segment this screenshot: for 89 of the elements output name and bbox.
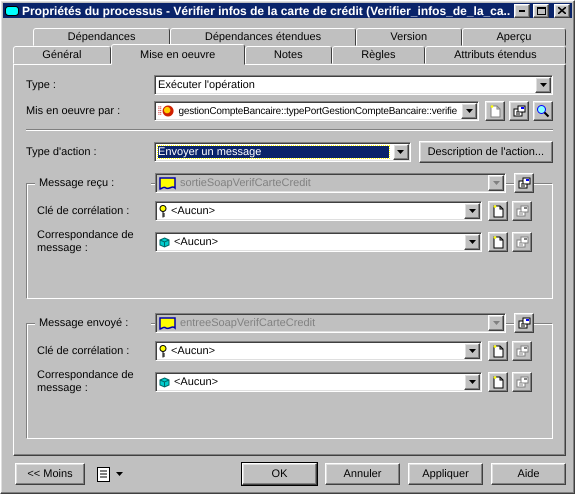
new-button[interactable] [488, 232, 508, 252]
new-document-icon [492, 376, 504, 388]
value-dropdown[interactable]: <Aucun> [155, 341, 482, 361]
caret-icon [492, 321, 500, 325]
action-type-dropdown[interactable]: Envoyer un message [154, 142, 411, 162]
close-icon [558, 7, 566, 14]
caret-icon [397, 150, 404, 154]
field-label: Clé de corrélation : [37, 344, 130, 358]
properties-button[interactable] [514, 313, 534, 333]
properties-icon [516, 376, 528, 388]
tab[interactable]: Dépendances [33, 28, 170, 46]
properties-icon [516, 345, 528, 357]
group-legend: Message reçu : [35, 177, 151, 189]
list-icon [97, 466, 110, 482]
toolbar-button[interactable] [533, 101, 553, 121]
properties-icon [516, 205, 528, 217]
field-label: Type d'action : [26, 146, 98, 158]
caret-icon [492, 181, 500, 185]
operation-icon [158, 104, 174, 118]
less-button[interactable]: << Moins [15, 463, 85, 485]
value-dropdown[interactable]: <Aucun> [155, 232, 482, 252]
new-document-icon [492, 344, 504, 358]
properties-icon [518, 177, 530, 189]
caret-icon [466, 109, 472, 113]
properties-icon [512, 105, 526, 117]
key-icon [159, 344, 167, 358]
new-document-icon [490, 104, 500, 118]
type-dropdown[interactable]: Exécuter l'opération [154, 75, 553, 95]
properties-button[interactable] [512, 201, 532, 221]
maximize-icon [536, 6, 546, 14]
new-button[interactable] [488, 372, 508, 392]
action-description-button[interactable]: Description de l'action... [418, 141, 553, 163]
properties-button[interactable] [514, 173, 534, 193]
maximize-button[interactable] [533, 4, 549, 18]
caret-icon [468, 380, 476, 384]
key-icon [159, 204, 167, 218]
field-label: Clé de corrélation : [37, 204, 130, 218]
dropdown-arrow-button[interactable] [392, 144, 409, 160]
new-button[interactable] [488, 201, 508, 221]
properties-icon [518, 317, 530, 329]
value-dropdown[interactable]: <Aucun> [155, 372, 482, 392]
field-label: Correspondance de message : [37, 229, 135, 255]
dialog-button[interactable]: Appliquer [408, 463, 483, 485]
dialog-button[interactable]: Annuler [325, 463, 400, 485]
dropdown-arrow-button[interactable] [464, 234, 480, 250]
dialog-button[interactable]: Aide [491, 463, 566, 485]
close-button[interactable] [554, 4, 570, 18]
properties-button[interactable] [512, 341, 532, 361]
tab[interactable]: Attributs étendus [424, 46, 566, 64]
message-icon [159, 176, 176, 190]
properties-button[interactable] [512, 372, 532, 392]
message-icon [159, 316, 176, 330]
minimize-icon [519, 10, 525, 12]
search-icon [536, 104, 550, 118]
tab[interactable]: Version [356, 28, 462, 46]
tab[interactable]: Règles [332, 46, 425, 64]
field-label: Correspondance de message : [37, 369, 135, 395]
dropdown-arrow-button[interactable] [461, 103, 477, 119]
toolbar-button[interactable] [509, 101, 529, 121]
value-dropdown[interactable]: <Aucun> [155, 201, 482, 221]
new-button[interactable] [488, 341, 508, 361]
dropdown-arrow-button[interactable] [535, 77, 551, 93]
tab[interactable]: Mise en oeuvre [110, 44, 245, 65]
minimize-button[interactable] [514, 4, 530, 18]
properties-button[interactable] [512, 232, 532, 252]
group-legend: Message envoyé : [35, 317, 151, 329]
caret-icon [116, 472, 123, 476]
new-document-icon [492, 236, 504, 248]
tab[interactable]: Général [13, 46, 111, 64]
app-icon [5, 6, 19, 16]
caret-icon [540, 83, 546, 87]
field-label: Mis en oeuvre par : [26, 104, 122, 118]
properties-icon [516, 236, 528, 248]
window-title: Propriétés du processus - Vérifier infos de la carte de crédit (Verifier_infos_de_la_ca... [22, 4, 511, 18]
caret-icon [468, 349, 476, 353]
new-document-icon [492, 204, 504, 218]
dropdown-arrow-button[interactable] [464, 374, 480, 390]
dialog-button[interactable]: OK [242, 463, 317, 485]
field-label: Type : [26, 78, 57, 92]
tab[interactable]: Notes [244, 46, 332, 64]
caret-icon [468, 240, 476, 244]
dropdown-arrow-button[interactable] [464, 343, 480, 359]
caret-icon [468, 209, 476, 213]
tab[interactable]: Aperçu [462, 28, 566, 46]
dropdown-arrow-button[interactable] [464, 203, 480, 219]
cube-icon [159, 236, 170, 248]
tab[interactable]: Dépendances étendues [170, 28, 356, 46]
cube-icon [159, 376, 170, 388]
implemented-by-dropdown[interactable]: gestionCompteBancaire::typePortGestionCompteBancaire::verifie [154, 101, 479, 121]
